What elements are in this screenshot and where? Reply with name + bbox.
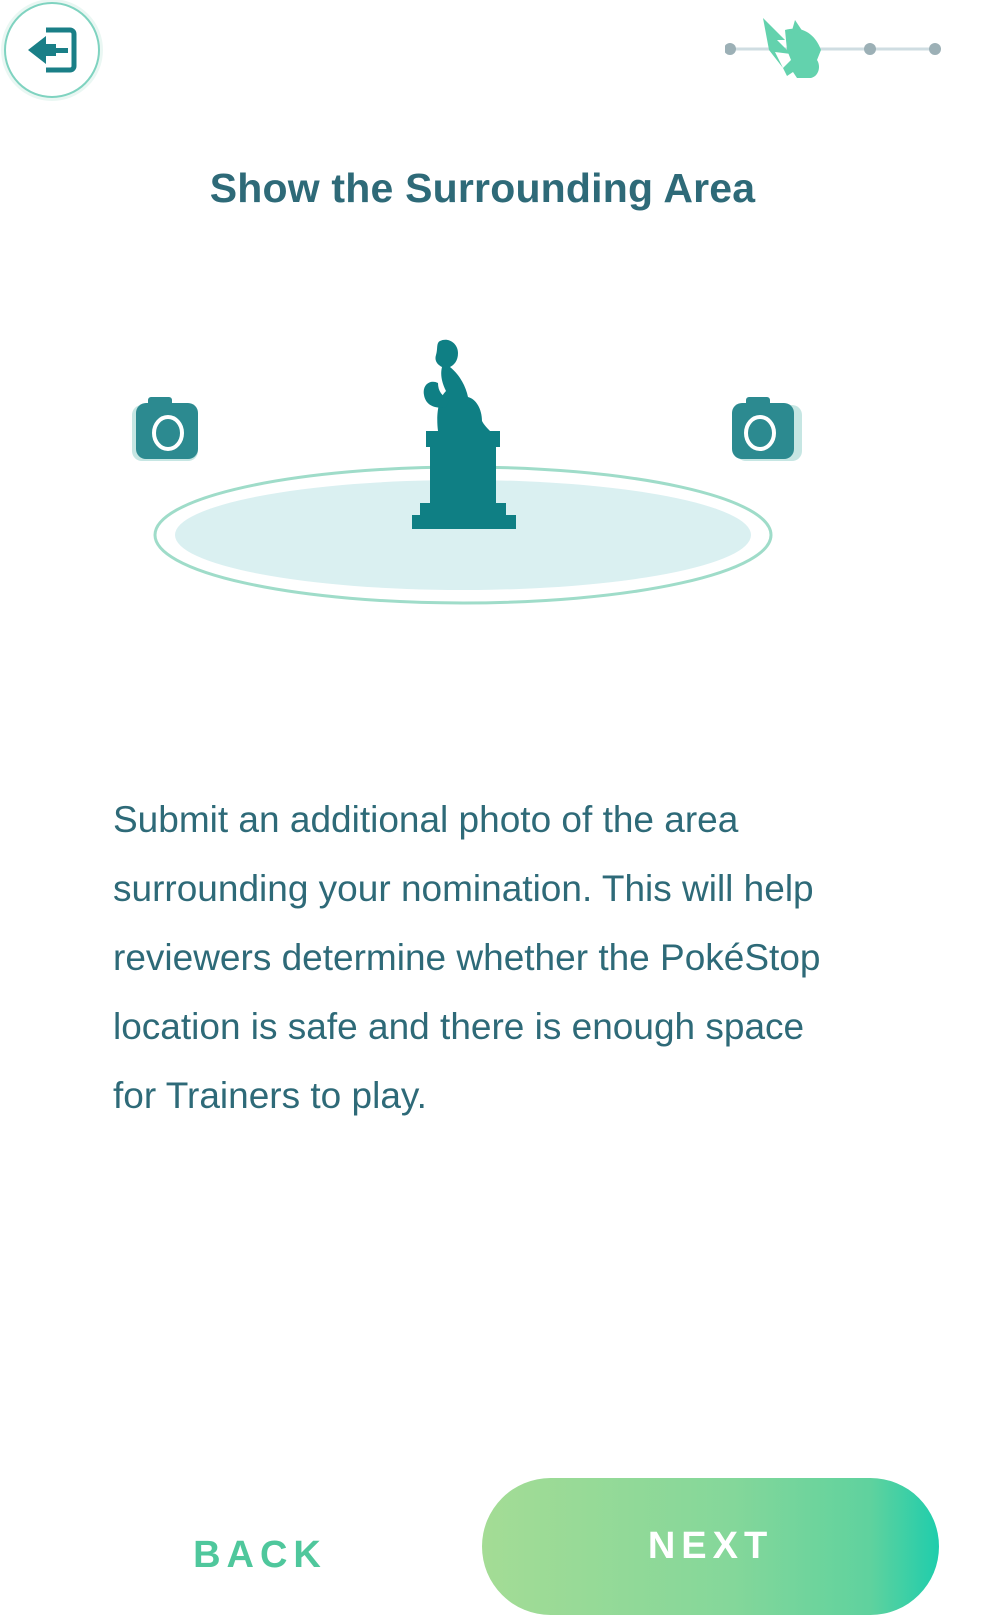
- progress-indicator: [724, 10, 960, 90]
- surrounding-area-illustration: [120, 335, 840, 635]
- camera-icon: [732, 397, 802, 461]
- pokemon-silhouette-icon: [763, 18, 821, 78]
- back-button[interactable]: BACK: [150, 1515, 370, 1595]
- camera-icon: [132, 397, 198, 461]
- page-title: Show the Surrounding Area: [209, 165, 756, 211]
- progress-step-dot: [724, 43, 736, 55]
- exit-button[interactable]: [4, 2, 100, 98]
- description-text: Submit an additional photo of the area s…: [113, 799, 821, 1116]
- next-button[interactable]: NEXT: [482, 1478, 939, 1615]
- exit-door-icon: [28, 27, 77, 73]
- progress-step-dot: [929, 43, 941, 55]
- progress-step-dot: [864, 43, 876, 55]
